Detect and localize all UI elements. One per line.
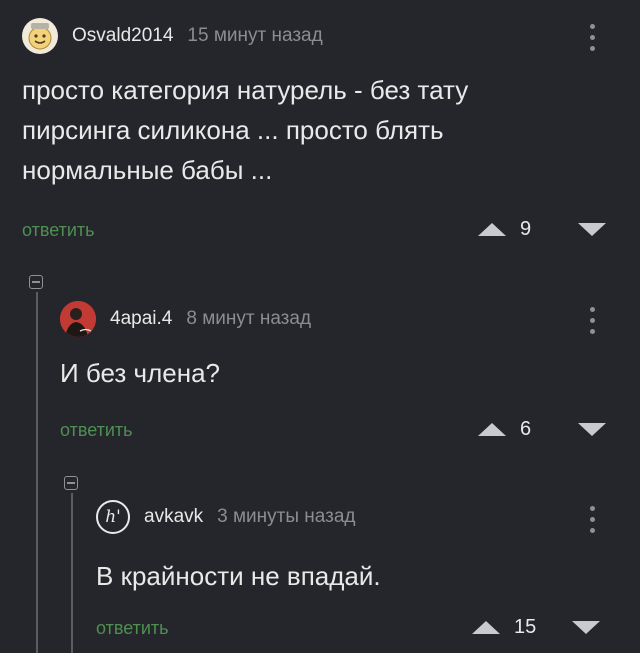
downvote-icon[interactable] [572, 621, 600, 634]
more-options-icon[interactable] [590, 24, 596, 51]
comment-thread: Osvald2014 15 минут назад просто категор… [0, 0, 640, 653]
portrait-avatar-icon [60, 301, 96, 337]
collapse-thread-icon[interactable] [29, 275, 43, 289]
comment-text: просто категория натурель - без тату пир… [22, 75, 469, 185]
comment-header: Osvald2014 15 минут назад [22, 18, 323, 54]
upvote-icon[interactable] [478, 423, 506, 436]
username[interactable]: Osvald2014 [72, 25, 173, 47]
comment-text: И без члена? [60, 358, 220, 388]
reply-link[interactable]: ответить [60, 420, 133, 441]
h-logo-avatar-icon: h' [105, 507, 121, 527]
downvote-icon[interactable] [578, 223, 606, 236]
rating-control: 15 [472, 616, 600, 639]
thread-line[interactable] [36, 292, 38, 653]
avatar[interactable] [60, 301, 96, 337]
more-options-icon[interactable] [590, 307, 596, 334]
rating-control: 9 [478, 218, 606, 241]
avatar[interactable]: h' [96, 500, 130, 534]
username[interactable]: 4apai.4 [110, 308, 172, 330]
comment-text: В крайности не впадай. [96, 561, 381, 591]
username[interactable]: avkavk [144, 506, 203, 528]
upvote-icon[interactable] [478, 223, 506, 236]
reply-link[interactable]: ответить [22, 220, 95, 241]
reply-link[interactable]: ответить [96, 618, 169, 639]
rating-score: 6 [520, 418, 532, 440]
downvote-icon[interactable] [578, 423, 606, 436]
rating-control: 6 [478, 418, 606, 441]
rating-score: 9 [520, 218, 532, 240]
rating-score: 15 [514, 616, 537, 638]
collapse-thread-icon[interactable] [64, 476, 78, 490]
avatar[interactable] [22, 18, 58, 54]
comment-header: 4apai.4 8 минут назад [60, 301, 311, 337]
smiley-face-icon [28, 23, 52, 50]
comment-header: h' avkavk 3 минуты назад [96, 500, 356, 534]
upvote-icon[interactable] [472, 621, 500, 634]
more-options-icon[interactable] [590, 506, 596, 533]
timestamp: 8 минут назад [186, 308, 312, 329]
timestamp: 15 минут назад [187, 25, 323, 46]
thread-line[interactable] [71, 493, 73, 653]
timestamp: 3 минуты назад [217, 506, 356, 527]
